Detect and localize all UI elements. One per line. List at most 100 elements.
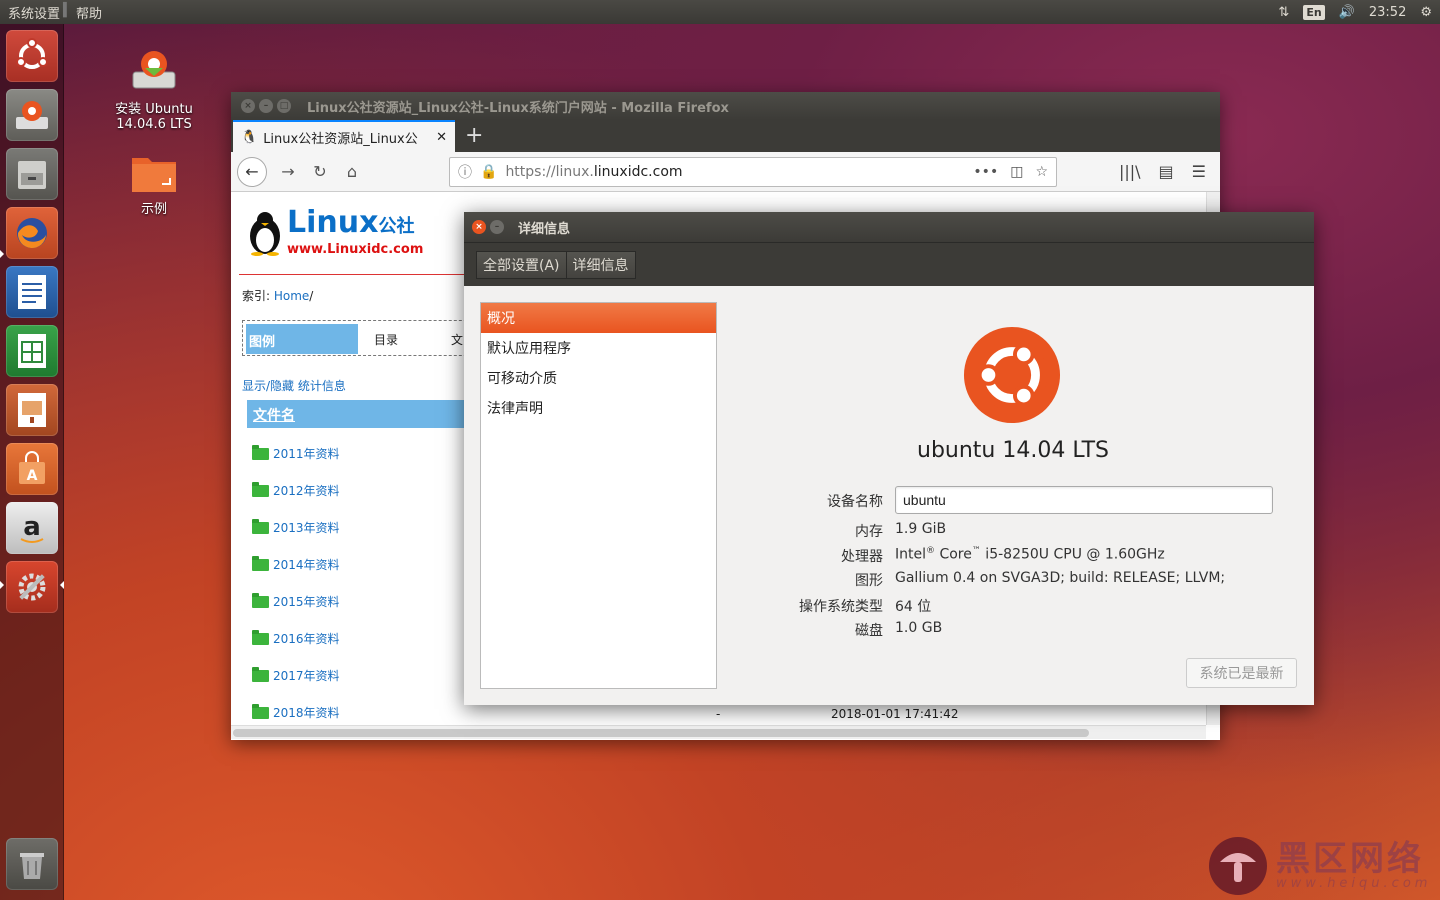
device-name-input[interactable] bbox=[895, 486, 1273, 514]
file-link[interactable]: 2013年资料 bbox=[273, 519, 340, 536]
menu-help[interactable]: 帮助 bbox=[74, 3, 104, 22]
minimize-icon[interactable]: – bbox=[490, 220, 504, 234]
launcher-system-settings[interactable] bbox=[6, 561, 58, 613]
pocket-icon[interactable]: ◫ bbox=[1010, 164, 1023, 180]
page-actions-icon[interactable]: ••• bbox=[973, 164, 998, 180]
url-bar[interactable]: ⓘ 🔒 https://linux.linuxidc.com ••• ◫ ☆ bbox=[449, 156, 1057, 187]
bookmark-star-icon[interactable]: ☆ bbox=[1035, 164, 1048, 180]
list-item[interactable]: 2011年资料 bbox=[252, 444, 340, 462]
tab-legend[interactable]: 图例 bbox=[246, 324, 358, 354]
reload-button[interactable]: ↻ bbox=[309, 162, 331, 181]
back-button[interactable]: ← bbox=[237, 156, 267, 187]
horizontal-scrollbar[interactable] bbox=[231, 725, 1206, 739]
tab-bar: 🐧 Linux公社资源站_Linux公 ✕ + bbox=[231, 120, 1220, 152]
folder-icon bbox=[252, 666, 269, 682]
library-icon[interactable]: |||\ bbox=[1119, 162, 1141, 181]
check-updates-button[interactable]: 系统已是最新 bbox=[1186, 658, 1297, 688]
info-icon[interactable]: ⓘ bbox=[458, 162, 472, 182]
filename-column-header[interactable]: 文件名 bbox=[247, 400, 487, 428]
file-link[interactable]: 2017年资料 bbox=[273, 667, 340, 684]
home-button[interactable]: ⌂ bbox=[341, 162, 363, 181]
launcher-impress[interactable] bbox=[6, 384, 58, 436]
launcher-amazon[interactable]: a bbox=[6, 502, 58, 554]
sidebar-item-overview[interactable]: 概况 bbox=[481, 303, 716, 333]
volume-icon[interactable]: 🔊 bbox=[1339, 5, 1355, 20]
device-name-label: 设备名称 bbox=[827, 494, 883, 510]
folder-icon bbox=[252, 592, 269, 608]
amazon-icon: a bbox=[20, 512, 44, 543]
gear-icon[interactable]: ⚙ bbox=[1420, 5, 1432, 20]
list-item[interactable]: 2016年资料 bbox=[252, 629, 340, 647]
list-item[interactable]: 2012年资料 bbox=[252, 481, 340, 499]
details-crumb-button[interactable]: 详细信息 bbox=[566, 250, 636, 279]
file-link[interactable]: 2014年资料 bbox=[273, 556, 340, 573]
browser-tab[interactable]: 🐧 Linux公社资源站_Linux公 ✕ bbox=[233, 120, 455, 152]
list-item[interactable]: 2013年资料 bbox=[252, 518, 340, 536]
sidebar-item-default-apps[interactable]: 默认应用程序 bbox=[481, 333, 716, 363]
file-link[interactable]: 2011年资料 bbox=[273, 445, 340, 462]
folder-icon bbox=[252, 703, 269, 719]
dash-home-button[interactable] bbox=[6, 30, 58, 82]
firefox-titlebar: × – □ Linux公社资源站_Linux公社-Linux系统门户网站 - M… bbox=[231, 92, 1220, 120]
tab-title: Linux公社资源站_Linux公 bbox=[263, 131, 418, 147]
tab-file[interactable]: 文 bbox=[451, 331, 463, 348]
file-link[interactable]: 2018年资料 bbox=[273, 704, 340, 721]
hamburger-menu-icon[interactable]: ☰ bbox=[1192, 162, 1206, 181]
maximize-icon[interactable]: □ bbox=[277, 99, 291, 113]
launcher-calc[interactable] bbox=[6, 325, 58, 377]
document-icon bbox=[18, 275, 46, 309]
file-link[interactable]: 2015年资料 bbox=[273, 593, 340, 610]
svg-text:A: A bbox=[27, 468, 38, 484]
sidebar-item-removable-media[interactable]: 可移动介质 bbox=[481, 363, 716, 393]
logo-cn: 公社 bbox=[378, 216, 415, 237]
firefox-icon bbox=[17, 218, 47, 249]
file-link[interactable]: 2016年资料 bbox=[273, 630, 340, 647]
tab-directory[interactable]: 目录 bbox=[374, 331, 398, 348]
launcher-trash[interactable] bbox=[6, 838, 58, 890]
minimize-icon[interactable]: – bbox=[259, 99, 273, 113]
toolbar-right: |||\ ▤ ☰ bbox=[1119, 162, 1214, 181]
desktop-icon-install-ubuntu[interactable]: 安装 Ubuntu 14.04.6 LTS bbox=[106, 44, 202, 132]
desktop-icon-examples[interactable]: 示例 bbox=[114, 152, 194, 217]
disk-label: 磁盘 bbox=[855, 623, 883, 639]
list-item[interactable]: 2017年资料 bbox=[252, 666, 340, 684]
network-icon[interactable]: ⇅ bbox=[1278, 5, 1289, 20]
toggle-stats-link[interactable]: 显示/隐藏 统计信息 bbox=[242, 377, 346, 394]
window-title: Linux公社资源站_Linux公社-Linux系统门户网站 - Mozilla… bbox=[307, 100, 729, 116]
list-item[interactable]: 2014年资料 bbox=[252, 555, 340, 573]
launcher-firefox[interactable] bbox=[6, 207, 58, 259]
list-item[interactable]: 2015年资料 bbox=[252, 592, 340, 610]
forward-button[interactable]: → bbox=[277, 162, 299, 181]
launcher-files[interactable] bbox=[6, 148, 58, 200]
folder-icon bbox=[252, 518, 269, 534]
keyboard-lang-indicator[interactable]: En bbox=[1303, 4, 1325, 20]
sidebar-icon[interactable]: ▤ bbox=[1159, 162, 1174, 181]
sidebar-item-legal[interactable]: 法律声明 bbox=[481, 393, 716, 423]
breadcrumb-home-link[interactable]: Home bbox=[274, 289, 309, 303]
lock-icon: 🔒 bbox=[480, 163, 498, 180]
file-size: - bbox=[716, 707, 721, 721]
url-prefix: https://linux. bbox=[505, 163, 594, 180]
close-icon[interactable]: × bbox=[472, 220, 486, 234]
clock[interactable]: 23:52 bbox=[1369, 5, 1406, 20]
launcher-software-center[interactable]: A bbox=[6, 443, 58, 495]
scrollbar-thumb[interactable] bbox=[233, 729, 1089, 737]
breadcrumb: 索引: Home/ bbox=[242, 287, 313, 304]
view-tabs: 图例 目录 文 bbox=[242, 320, 482, 356]
cpu-vendor: Intel bbox=[895, 546, 926, 563]
menu-settings[interactable]: 系统设置 bbox=[6, 3, 62, 22]
launcher-install-ubuntu[interactable] bbox=[6, 89, 58, 141]
close-icon[interactable]: × bbox=[241, 99, 255, 113]
list-item[interactable]: 2018年资料 bbox=[252, 703, 340, 721]
close-tab-icon[interactable]: ✕ bbox=[436, 130, 447, 145]
graphics-value: Gallium 0.4 on SVGA3D; build: RELEASE; L… bbox=[895, 570, 1226, 586]
site-logo[interactable]: Linux公社 www.Linuxidc.com bbox=[247, 208, 423, 257]
os-name: ubuntu 14.04 LTS bbox=[917, 438, 1109, 463]
ubuntu-icon bbox=[16, 38, 48, 69]
all-settings-button[interactable]: 全部设置(A) bbox=[476, 250, 567, 279]
launcher-writer[interactable] bbox=[6, 266, 58, 318]
os-type-value: 64 位 bbox=[895, 599, 932, 615]
new-tab-button[interactable]: + bbox=[455, 123, 493, 152]
file-link[interactable]: 2012年资料 bbox=[273, 482, 340, 499]
window-title: 详细信息 bbox=[518, 221, 571, 237]
